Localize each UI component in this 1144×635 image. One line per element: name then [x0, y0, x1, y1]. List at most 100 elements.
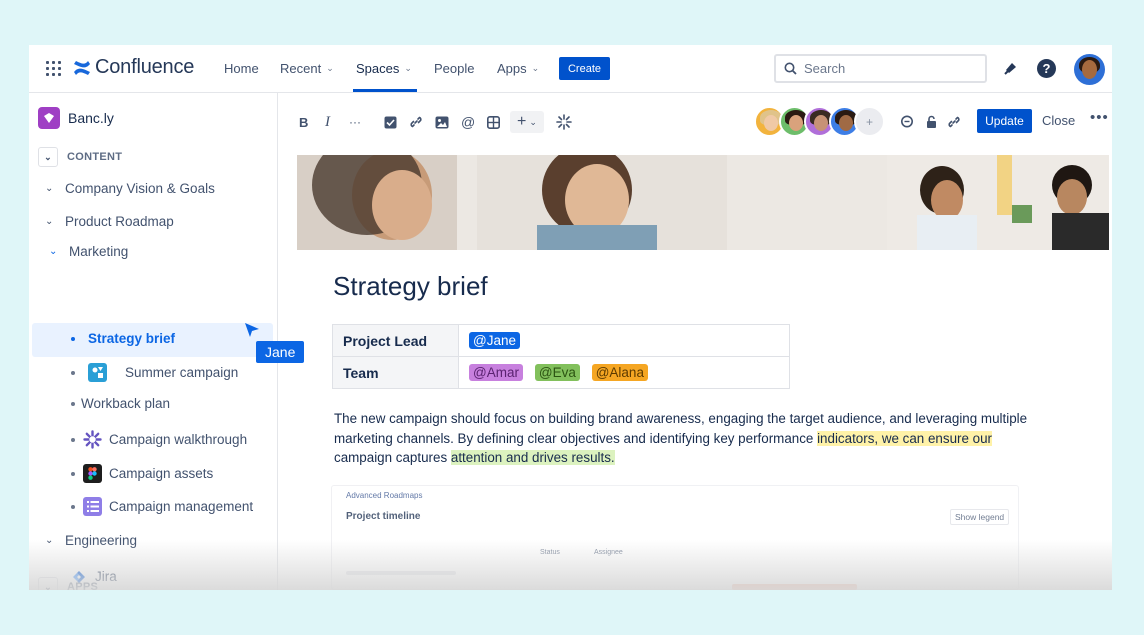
bullet-icon — [71, 336, 75, 341]
ai-sparkle-icon[interactable] — [556, 113, 572, 131]
table-header-cell[interactable]: Project Lead — [332, 324, 459, 357]
sidebar-item-label: Campaign management — [109, 499, 254, 514]
confluence-logo[interactable]: Confluence — [73, 56, 194, 79]
link-icon[interactable] — [409, 113, 423, 131]
app-switcher-icon[interactable] — [46, 61, 61, 76]
sidebar-item-engineering[interactable]: ⌄ Engineering — [45, 533, 137, 548]
add-collaborator-icon[interactable]: + — [854, 106, 885, 137]
confluence-window: Confluence Home Recent ⌄ Spaces ⌄ People A… — [29, 45, 1112, 590]
sidebar-item-summer-campaign[interactable]: Summer campaign — [71, 363, 238, 382]
list-icon — [83, 497, 102, 516]
editor-toolbar: B I ··· @ + ⌄ + Update Close ••• — [278, 93, 1112, 149]
chevron-down-icon[interactable]: ⌄ — [49, 246, 57, 257]
jira-icon — [69, 567, 88, 586]
user-mention[interactable]: @Amar — [469, 364, 523, 381]
space-name: Banc.ly — [68, 110, 114, 126]
sidebar-item-label: Engineering — [65, 533, 138, 548]
table-cell[interactable]: @Amar @Eva @Alana — [458, 356, 790, 389]
bold-icon[interactable]: B — [299, 113, 308, 131]
chevron-down-icon[interactable]: ⌄ — [38, 147, 58, 167]
copy-link-icon[interactable] — [947, 113, 961, 131]
create-button[interactable]: Create — [559, 57, 610, 80]
more-formatting-icon[interactable]: ··· — [349, 113, 361, 131]
highlighted-text: attention and drives results. — [450, 450, 615, 465]
search-placeholder: Search — [804, 61, 846, 76]
space-header[interactable]: Banc.ly — [38, 107, 114, 129]
confluence-logo-icon — [74, 60, 90, 75]
italic-icon[interactable]: I — [325, 113, 330, 131]
roadmap-source-label: Advanced Roadmaps — [346, 491, 423, 500]
close-button[interactable]: Close — [1042, 113, 1075, 128]
page-title[interactable]: Strategy brief — [333, 271, 488, 302]
show-legend-button[interactable]: Show legend — [950, 509, 1010, 525]
nav-apps-label: Apps — [497, 61, 527, 76]
more-actions-icon[interactable]: ••• — [1090, 109, 1109, 126]
user-mention[interactable]: @Eva — [534, 364, 580, 381]
comment-icon[interactable] — [900, 113, 914, 131]
roadmap-title: Project timeline — [346, 511, 421, 522]
user-mention[interactable]: @Jane — [469, 332, 520, 349]
active-nav-indicator — [353, 89, 417, 92]
sidebar-item-campaign-management[interactable]: Campaign management — [71, 497, 253, 516]
help-icon[interactable]: ? — [1037, 59, 1056, 78]
roadmap-row-placeholder — [346, 571, 456, 575]
roadmap-embed[interactable]: Advanced Roadmaps Project timeline Show … — [331, 485, 1019, 590]
notifications-icon[interactable] — [1001, 58, 1021, 78]
update-button[interactable]: Update — [977, 109, 1032, 133]
checkbox-icon[interactable] — [384, 113, 397, 131]
chevron-down-icon: ⌄ — [326, 63, 334, 73]
table-header-cell[interactable]: Team — [332, 356, 459, 389]
bullet-icon — [71, 401, 75, 406]
sidebar-item-workback-plan[interactable]: Workback plan — [71, 396, 170, 411]
sidebar-item-label: Strategy brief — [88, 331, 176, 346]
roadmap-timeline-bar — [732, 584, 857, 590]
profile-avatar[interactable] — [1074, 54, 1105, 85]
highlighted-text: indicators, we can ensure our — [817, 430, 992, 446]
app-name: Confluence — [95, 56, 195, 78]
bullet-icon — [71, 437, 75, 442]
user-mention[interactable]: @Alana — [591, 364, 648, 381]
paragraph-text: campaign captures — [334, 450, 451, 465]
mention-icon[interactable]: @ — [461, 113, 475, 131]
sidebar-item-campaign-walkthrough[interactable]: Campaign walkthrough — [71, 430, 247, 449]
loom-icon — [83, 430, 102, 449]
nav-spaces-label: Spaces — [356, 61, 400, 76]
image-icon[interactable] — [435, 113, 449, 131]
chevron-down-icon[interactable]: ⌄ — [45, 183, 53, 194]
nav-spaces[interactable]: Spaces ⌄ — [356, 61, 412, 76]
table-icon[interactable] — [487, 113, 500, 131]
sidebar-item-product-roadmap[interactable]: ⌄ Product Roadmap — [45, 214, 174, 229]
table-row: Team @Amar @Eva @Alana — [332, 356, 790, 389]
body-paragraph[interactable]: The new campaign should focus on buildin… — [334, 409, 1034, 468]
space-logo-icon — [38, 107, 60, 129]
sidebar-item-label: Company Vision & Goals — [65, 181, 215, 196]
nav-home[interactable]: Home — [224, 61, 259, 76]
nav-people[interactable]: People — [434, 61, 474, 76]
chevron-down-icon[interactable]: ⌄ — [45, 535, 53, 546]
bullet-icon — [71, 471, 75, 476]
nav-recent-label: Recent — [280, 61, 322, 76]
chevron-down-icon[interactable]: ⌄ — [38, 577, 58, 590]
search-input[interactable]: Search — [774, 54, 987, 83]
table-row: Project Lead @Jane — [332, 324, 790, 357]
sidebar-item-label: Jira — [95, 569, 117, 584]
insert-plus-icon[interactable]: + ⌄ — [510, 111, 544, 133]
restrictions-icon[interactable] — [924, 113, 938, 131]
table-cell[interactable]: @Jane — [458, 324, 790, 357]
content-section-header[interactable]: ⌄ CONTENT — [38, 147, 122, 167]
sidebar-item-marketing[interactable]: ⌄ Marketing — [49, 244, 128, 259]
sidebar-app-jira[interactable]: Jira — [69, 567, 117, 586]
sidebar: Banc.ly ⌄ CONTENT ⌄ Company Vision & Goal… — [29, 93, 278, 590]
shapes-icon — [88, 363, 107, 382]
sidebar-item-company-vision[interactable]: ⌄ Company Vision & Goals — [45, 181, 215, 196]
roadmap-column-header: Assignee — [594, 549, 623, 556]
sidebar-item-strategy-brief[interactable]: Strategy brief — [71, 331, 175, 346]
sidebar-item-campaign-assets[interactable]: Campaign assets — [71, 464, 213, 483]
figma-icon — [83, 464, 102, 483]
nav-apps[interactable]: Apps ⌄ — [497, 61, 539, 76]
sidebar-item-label: Summer campaign — [125, 365, 239, 380]
nav-recent[interactable]: Recent ⌄ — [280, 61, 334, 76]
sidebar-item-label: Campaign assets — [109, 466, 214, 481]
chevron-down-icon[interactable]: ⌄ — [45, 216, 53, 227]
nav-home-label: Home — [224, 61, 259, 76]
